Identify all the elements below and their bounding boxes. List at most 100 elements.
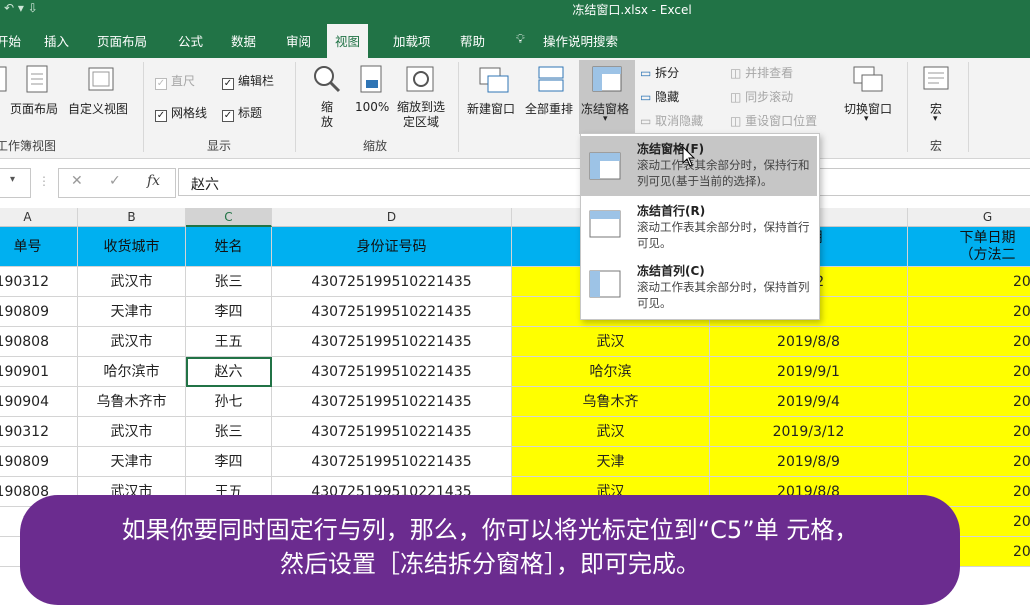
unhide-button[interactable]: ▭ 取消隐藏 [640, 112, 703, 129]
header-cell[interactable]: 收货城市 [78, 227, 186, 267]
freeze-top-row-menu-item[interactable]: 冻结首行(R) 滚动工作表其余部分时，保持首行可见。 [581, 198, 817, 258]
split-button[interactable]: ▭ 拆分 [640, 64, 679, 81]
table-cell[interactable]: 王五 [186, 327, 272, 357]
table-cell[interactable]: 190809 [0, 447, 78, 477]
table-cell[interactable]: 430725199510221435 [272, 357, 512, 387]
tab-home[interactable]: 开始 [0, 31, 21, 50]
ribbon-divider [907, 62, 908, 152]
arrange-all-button[interactable]: 全部重排 [525, 100, 573, 117]
table-cell[interactable]: 2019/9/ [908, 357, 1030, 387]
tab-view[interactable]: 视图 [327, 24, 369, 58]
table-cell[interactable]: 武汉市 [78, 267, 186, 297]
split-icon: ▭ [640, 66, 652, 80]
tab-data[interactable]: 数据 [231, 31, 256, 50]
header-cell[interactable]: 单号 [0, 227, 78, 267]
hide-button[interactable]: ▭ 隐藏 [640, 88, 679, 105]
table-cell[interactable]: 2019/9/1 [710, 357, 908, 387]
table-cell[interactable]: 赵六 [186, 357, 272, 387]
headings-checkbox[interactable]: ✓ 标题 [222, 104, 262, 122]
table-cell[interactable]: 190901 [0, 357, 78, 387]
table-cell[interactable]: 天津市 [78, 297, 186, 327]
gridlines-checkbox[interactable]: ✓ 网格线 [155, 104, 207, 122]
formula-bar-checkbox[interactable]: ✓ 编辑栏 [222, 72, 274, 90]
table-cell[interactable]: 武汉市 [78, 327, 186, 357]
table-cell[interactable]: 2019/9/ [908, 387, 1030, 417]
headings-label: 标题 [238, 106, 263, 120]
cancel-icon[interactable]: ✕ [71, 173, 83, 189]
table-cell[interactable]: 2019/3/ [908, 267, 1030, 297]
tab-help[interactable]: 帮助 [460, 31, 485, 50]
header-cell[interactable]: 姓名 [186, 227, 272, 267]
table-cell[interactable]: 武汉 [512, 327, 710, 357]
column-header-g[interactable]: G [908, 208, 1030, 227]
new-window-button[interactable]: 新建窗口 [467, 100, 515, 117]
table-cell[interactable]: 430725199510221435 [272, 327, 512, 357]
table-cell[interactable]: 乌鲁木齐 [512, 387, 710, 417]
table-cell[interactable]: 张三 [186, 267, 272, 297]
enter-icon[interactable]: ✓ [109, 173, 121, 189]
table-cell[interactable]: 190809 [0, 297, 78, 327]
table-cell[interactable]: 190312 [0, 267, 78, 297]
table-cell[interactable]: 武汉市 [78, 417, 186, 447]
zoom-100-button[interactable]: 100% [355, 100, 389, 114]
insert-function-icon[interactable]: fx [147, 173, 160, 189]
name-box[interactable]: ▾ [0, 168, 31, 198]
ribbon-view: 页面布局 自定义视图 工作簿视图 ✓ 直尺 ✓ 编辑栏 ✓ 网格线 ✓ 标题 显示 缩放… [0, 58, 1030, 159]
custom-views-button[interactable]: 自定义视图 [68, 100, 128, 117]
freeze-first-column-menu-item[interactable]: 冻结首列(C) 滚动工作表其余部分时，保持首列可见。 [581, 258, 817, 318]
view-side-by-side-button[interactable]: ◫ 并排查看 [730, 64, 793, 81]
zoom-to-selection-button[interactable]: 缩放到选定区域 [395, 100, 447, 130]
table-cell[interactable]: 2019/8/ [908, 447, 1030, 477]
table-cell[interactable]: 190808 [0, 327, 78, 357]
table-cell[interactable]: 190312 [0, 417, 78, 447]
reset-position-button[interactable]: ◫ 重设窗口位置 [730, 112, 817, 129]
ribbon-divider [143, 62, 144, 152]
tab-insert[interactable]: 插入 [44, 31, 69, 50]
page-layout-view-button[interactable]: 页面布局 [10, 100, 58, 117]
table-cell[interactable]: 李四 [186, 297, 272, 327]
column-header-a[interactable]: A [0, 208, 78, 227]
table-cell[interactable]: 430725199510221435 [272, 387, 512, 417]
table-cell[interactable]: 190904 [0, 387, 78, 417]
zoom-button[interactable]: 缩放 [320, 100, 334, 130]
table-cell[interactable]: 孙七 [186, 387, 272, 417]
freeze-panes-menu-item[interactable]: 冻结窗格(F) 滚动工作表其余部分时，保持行和列可见(基于当前的选择)。 [581, 136, 817, 196]
tab-page-layout[interactable]: 页面布局 [97, 31, 147, 50]
table-cell[interactable]: 2019/3/12 [710, 417, 908, 447]
table-cell[interactable]: 天津市 [78, 447, 186, 477]
column-header-b[interactable]: B [78, 208, 186, 227]
tab-review[interactable]: 审阅 [286, 31, 311, 50]
header-cell[interactable]: 身份证号码 [272, 227, 512, 267]
unhide-label: 取消隐藏 [655, 114, 704, 128]
tab-addins[interactable]: 加载项 [393, 31, 431, 50]
table-cell[interactable]: 2019/8/ [908, 327, 1030, 357]
table-cell[interactable]: 430725199510221435 [272, 417, 512, 447]
table-cell[interactable]: 哈尔滨市 [78, 357, 186, 387]
header-cell[interactable]: 下单日期 （方法二 [908, 227, 1030, 267]
switch-windows-icon [853, 66, 883, 92]
sync-scroll-button[interactable]: ◫ 同步滚动 [730, 88, 793, 105]
column-header-c[interactable]: C [186, 208, 272, 227]
table-cell[interactable]: 2019/9/4 [710, 387, 908, 417]
ruler-checkbox[interactable]: ✓ 直尺 [155, 72, 195, 90]
table-cell[interactable]: 2019/8/8 [710, 327, 908, 357]
table-cell[interactable]: 430725199510221435 [272, 267, 512, 297]
tell-me-search[interactable]: 操作说明搜索 [543, 31, 618, 50]
table-cell[interactable]: 乌鲁木齐市 [78, 387, 186, 417]
tab-formulas[interactable]: 公式 [178, 31, 203, 50]
table-cell[interactable]: 天津 [512, 447, 710, 477]
normal-view-icon [0, 66, 7, 92]
column-header-d[interactable]: D [272, 208, 512, 227]
table-cell[interactable]: 2019/8/9 [710, 447, 908, 477]
table-cell[interactable]: 哈尔滨 [512, 357, 710, 387]
table-cell[interactable]: 2019/8/ [908, 297, 1030, 327]
freeze-panes-button[interactable]: 冻结窗格 ▾ [579, 60, 635, 134]
freeze-first-column-description: 滚动工作表其余部分时，保持首列可见。 [637, 280, 810, 310]
table-cell[interactable]: 武汉 [512, 417, 710, 447]
table-cell[interactable]: 李四 [186, 447, 272, 477]
zoom-to-selection-label: 缩放到选定区域 [396, 100, 445, 129]
table-cell[interactable]: 2019/3/ [908, 417, 1030, 447]
table-cell[interactable]: 430725199510221435 [272, 447, 512, 477]
table-cell[interactable]: 430725199510221435 [272, 297, 512, 327]
table-cell[interactable]: 张三 [186, 417, 272, 447]
